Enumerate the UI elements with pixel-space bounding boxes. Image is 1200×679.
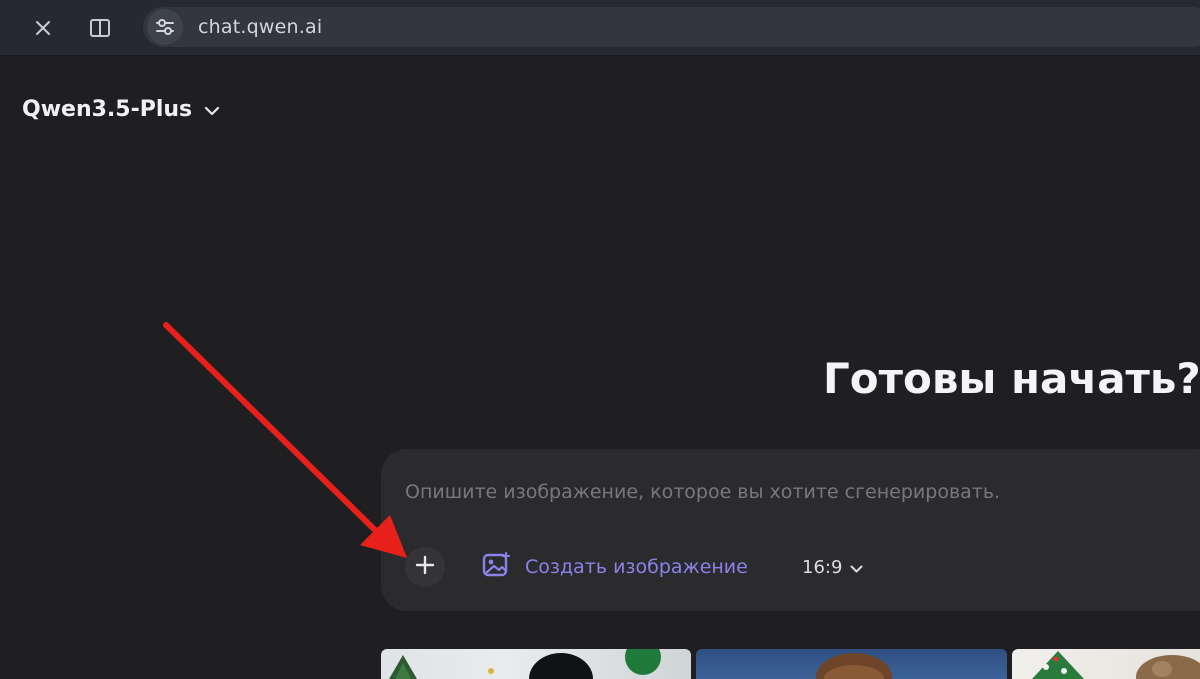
url-text: chat.qwen.ai — [198, 16, 323, 38]
add-attachment-button[interactable] — [405, 547, 445, 587]
create-image-label: Создать изображение — [525, 556, 748, 578]
example-thumbnail[interactable] — [1012, 649, 1200, 679]
model-selector[interactable]: Qwen3.5-Plus — [22, 93, 220, 125]
model-name: Qwen3.5-Plus — [22, 96, 193, 122]
plus-icon — [415, 555, 435, 579]
address-bar[interactable]: chat.qwen.ai — [143, 7, 1200, 47]
close-icon[interactable] — [25, 10, 61, 46]
page-title: Готовы начать? — [823, 354, 1200, 403]
image-generate-icon — [481, 551, 511, 584]
prompt-composer: Создать изображение 16:9 — [381, 449, 1200, 611]
chevron-down-icon — [204, 97, 220, 122]
example-thumbnail[interactable] — [381, 649, 691, 679]
example-thumbnail[interactable] — [696, 649, 1007, 679]
example-gallery — [381, 649, 1200, 679]
aspect-ratio-selector[interactable]: 16:9 — [802, 549, 863, 585]
chevron-down-icon — [850, 557, 863, 578]
create-image-mode-button[interactable]: Создать изображение — [481, 549, 748, 585]
browser-toolbar: chat.qwen.ai — [0, 0, 1200, 56]
aspect-ratio-value: 16:9 — [802, 556, 843, 578]
split-view-icon[interactable] — [82, 10, 118, 46]
prompt-input[interactable] — [405, 475, 1195, 509]
site-settings-icon[interactable] — [147, 9, 183, 45]
chat-page: Qwen3.5-Plus Готовы начать? Создать изоб… — [0, 57, 1200, 679]
